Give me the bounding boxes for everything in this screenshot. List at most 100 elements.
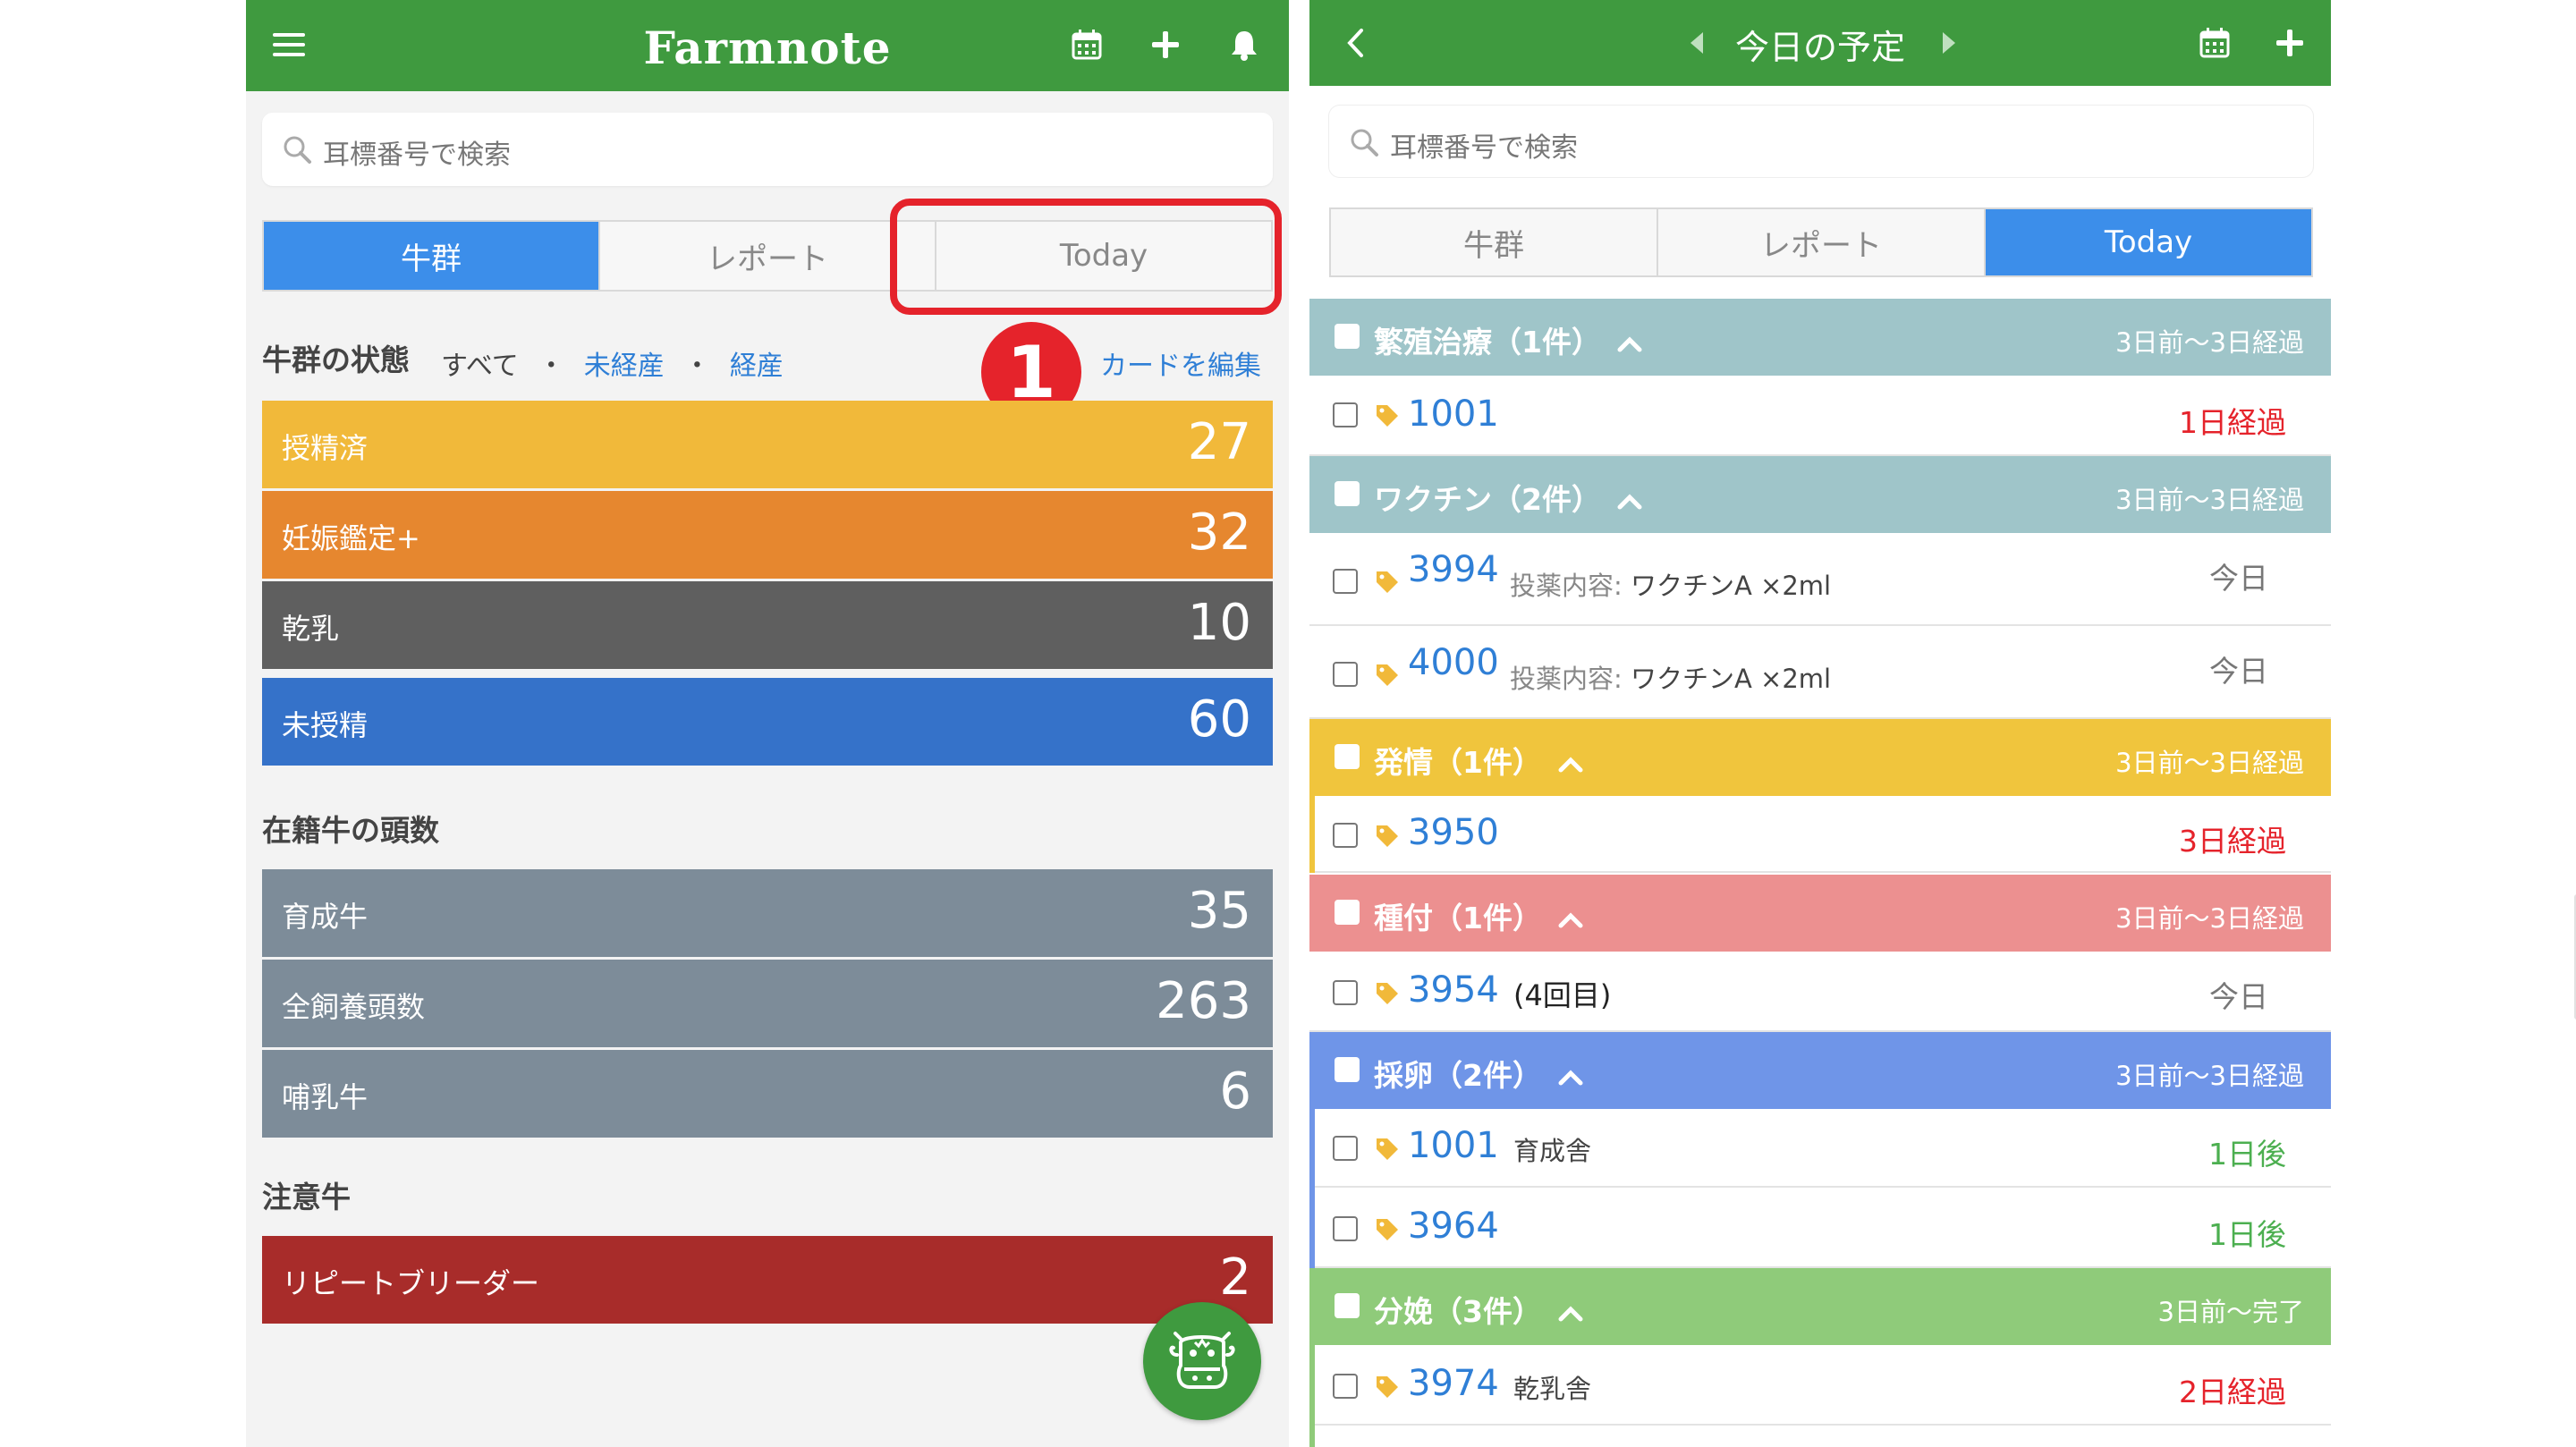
group-checkbox[interactable]: [1335, 481, 1360, 506]
cow-id-link[interactable]: 3950: [1408, 812, 1499, 853]
filter-separator: ・: [538, 351, 565, 382]
group-header-vaccine[interactable]: ワクチン（2件） 3日前〜3日経過: [1309, 456, 2331, 533]
headcount-card-total[interactable]: 全飼養頭数 263: [262, 960, 1273, 1047]
group-title: 採卵（2件）: [1374, 1058, 1542, 1093]
list-item[interactable]: 4000 投薬内容: ワクチンA ×2ml 今日: [1309, 626, 2331, 719]
card-label: 妊娠鑑定+: [282, 521, 420, 555]
group-header-breeding[interactable]: 種付（1件） 3日前〜3日経過: [1309, 875, 2331, 952]
group-header-fertility-treatment[interactable]: 繁殖治療（1件） 3日前〜3日経過: [1309, 299, 2331, 376]
chevron-up-icon[interactable]: [1558, 911, 1583, 928]
status-card-dry[interactable]: 乾乳 10: [262, 581, 1273, 669]
item-checkbox[interactable]: [1333, 1374, 1358, 1399]
chevron-up-icon[interactable]: [1558, 1069, 1583, 1086]
card-count: 35: [1187, 882, 1251, 940]
cow-id-link[interactable]: 3994: [1408, 549, 1499, 590]
status-card-uninseminated[interactable]: 未授精 60: [262, 678, 1273, 766]
list-item[interactable]: 1001 育成舎 1日後: [1309, 1109, 2331, 1188]
group-range: 3日前〜3日経過: [2115, 327, 2304, 358]
item-checkbox[interactable]: [1333, 1216, 1358, 1241]
cow-face-icon: [1169, 1332, 1235, 1389]
item-status: 3日経過: [2179, 824, 2286, 859]
attention-card-repeat-breeder[interactable]: リピートブリーダー 2: [262, 1236, 1273, 1324]
group-header-calving[interactable]: 分娩（3件） 3日前〜完了: [1309, 1268, 2331, 1345]
herd-status-title: 牛群の状態: [262, 343, 410, 377]
edit-cards-link[interactable]: カードを編集: [1100, 343, 1261, 383]
headcount-card-heifer[interactable]: 育成牛 35: [262, 869, 1273, 957]
item-checkbox[interactable]: [1333, 402, 1358, 427]
item-status: 今日: [2209, 654, 2268, 689]
item-checkbox[interactable]: [1333, 823, 1358, 848]
item-checkbox[interactable]: [1333, 1136, 1358, 1161]
card-label: 育成牛: [282, 900, 369, 934]
card-label: 哺乳牛: [282, 1080, 369, 1114]
cow-id-link[interactable]: 4000: [1408, 642, 1499, 683]
card-count: 263: [1156, 972, 1251, 1030]
filter-unparous[interactable]: 未経産: [584, 351, 665, 382]
detail-key: 投薬内容:: [1510, 664, 1623, 694]
chevron-up-icon[interactable]: [1558, 1305, 1583, 1322]
list-item[interactable]: 1001 1日経過: [1309, 376, 2331, 456]
item-checkbox[interactable]: [1333, 662, 1358, 687]
group-checkbox[interactable]: [1335, 1057, 1360, 1082]
group-range: 3日前〜3日経過: [2115, 485, 2304, 515]
chevron-up-icon[interactable]: [1558, 756, 1583, 773]
filter-parous[interactable]: 経産: [730, 351, 784, 382]
group-header-estrus[interactable]: 発情（1件） 3日前〜3日経過: [1309, 719, 2331, 796]
status-card-pregnant[interactable]: 妊娠鑑定+ 32: [262, 491, 1273, 579]
tab-report[interactable]: レポート: [1658, 209, 1986, 275]
notification-bell-icon[interactable]: [1226, 27, 1262, 63]
list-item[interactable]: 3974 乾乳舎 2日経過: [1309, 1345, 2331, 1447]
group-checkbox[interactable]: [1335, 744, 1360, 769]
filter-separator: ・: [683, 351, 711, 382]
ear-tag-icon: [1377, 1219, 1398, 1240]
group-range: 3日前〜3日経過: [2115, 903, 2304, 934]
group-checkbox[interactable]: [1335, 900, 1360, 925]
item-checkbox[interactable]: [1333, 569, 1358, 594]
tab-herd[interactable]: 牛群: [1331, 209, 1658, 275]
group-range: 3日前〜完了: [2157, 1297, 2304, 1327]
ear-tag-icon: [1377, 1138, 1398, 1160]
cow-fab-button[interactable]: [1143, 1302, 1261, 1420]
cow-id-link[interactable]: 3974: [1408, 1363, 1499, 1404]
card-label: リピートブリーダー: [282, 1266, 540, 1300]
chevron-up-icon[interactable]: [1617, 493, 1642, 510]
cow-id-link[interactable]: 1001: [1408, 1125, 1499, 1166]
list-item[interactable]: 3950 3日経過: [1309, 796, 2331, 873]
ear-tag-search-input[interactable]: 耳標番号で検索: [1329, 106, 2313, 177]
cow-id-link[interactable]: 3964: [1408, 1206, 1499, 1247]
search-placeholder: 耳標番号で検索: [1390, 132, 1578, 164]
cow-id-link[interactable]: 3954: [1408, 969, 1499, 1011]
ear-tag-icon: [1377, 1376, 1398, 1398]
group-checkbox[interactable]: [1335, 1293, 1360, 1318]
calendar-icon[interactable]: [1069, 27, 1105, 63]
detail-value: ワクチンA ×2ml: [1631, 664, 1832, 694]
detail-value: 乾乳舎: [1513, 1374, 1592, 1404]
tab-today[interactable]: Today: [1986, 209, 2311, 275]
calendar-icon[interactable]: [2197, 25, 2233, 61]
card-label: 全飼養頭数: [282, 990, 426, 1024]
item-checkbox[interactable]: [1333, 980, 1358, 1005]
next-day-icon[interactable]: [1943, 32, 1955, 54]
group-header-egg-collection[interactable]: 採卵（2件） 3日前〜3日経過: [1309, 1032, 2331, 1109]
list-item[interactable]: 3954 (4回目) 今日: [1309, 952, 2331, 1032]
schedule-title: 今日の予定: [1734, 28, 1905, 67]
chevron-up-icon[interactable]: [1617, 335, 1642, 352]
ear-tag-search-input[interactable]: 耳標番号で検索: [262, 113, 1273, 186]
card-count: 60: [1187, 690, 1251, 749]
cow-id-link[interactable]: 1001: [1408, 393, 1499, 435]
headcount-card-calf[interactable]: 哺乳牛 6: [262, 1050, 1273, 1138]
add-icon[interactable]: [1149, 29, 1182, 61]
app-logo: Farmnote: [643, 21, 892, 74]
headcount-title: 在籍牛の頭数: [262, 813, 439, 848]
main-tabs: 牛群 レポート Today: [1329, 207, 2313, 277]
list-item[interactable]: 3964 1日後: [1309, 1188, 2331, 1268]
status-card-inseminated[interactable]: 授精済 27: [262, 401, 1273, 488]
add-icon[interactable]: [2274, 27, 2306, 59]
tab-report[interactable]: レポート: [600, 222, 936, 290]
list-item[interactable]: 3994 投薬内容: ワクチンA ×2ml 今日: [1309, 533, 2331, 626]
group-checkbox[interactable]: [1335, 324, 1360, 349]
herd-filter: すべて ・ 未経産 ・ 経産: [441, 343, 784, 383]
detail-value: 育成舎: [1513, 1136, 1592, 1166]
filter-all[interactable]: すべて: [441, 351, 519, 382]
tab-herd[interactable]: 牛群: [264, 222, 600, 290]
